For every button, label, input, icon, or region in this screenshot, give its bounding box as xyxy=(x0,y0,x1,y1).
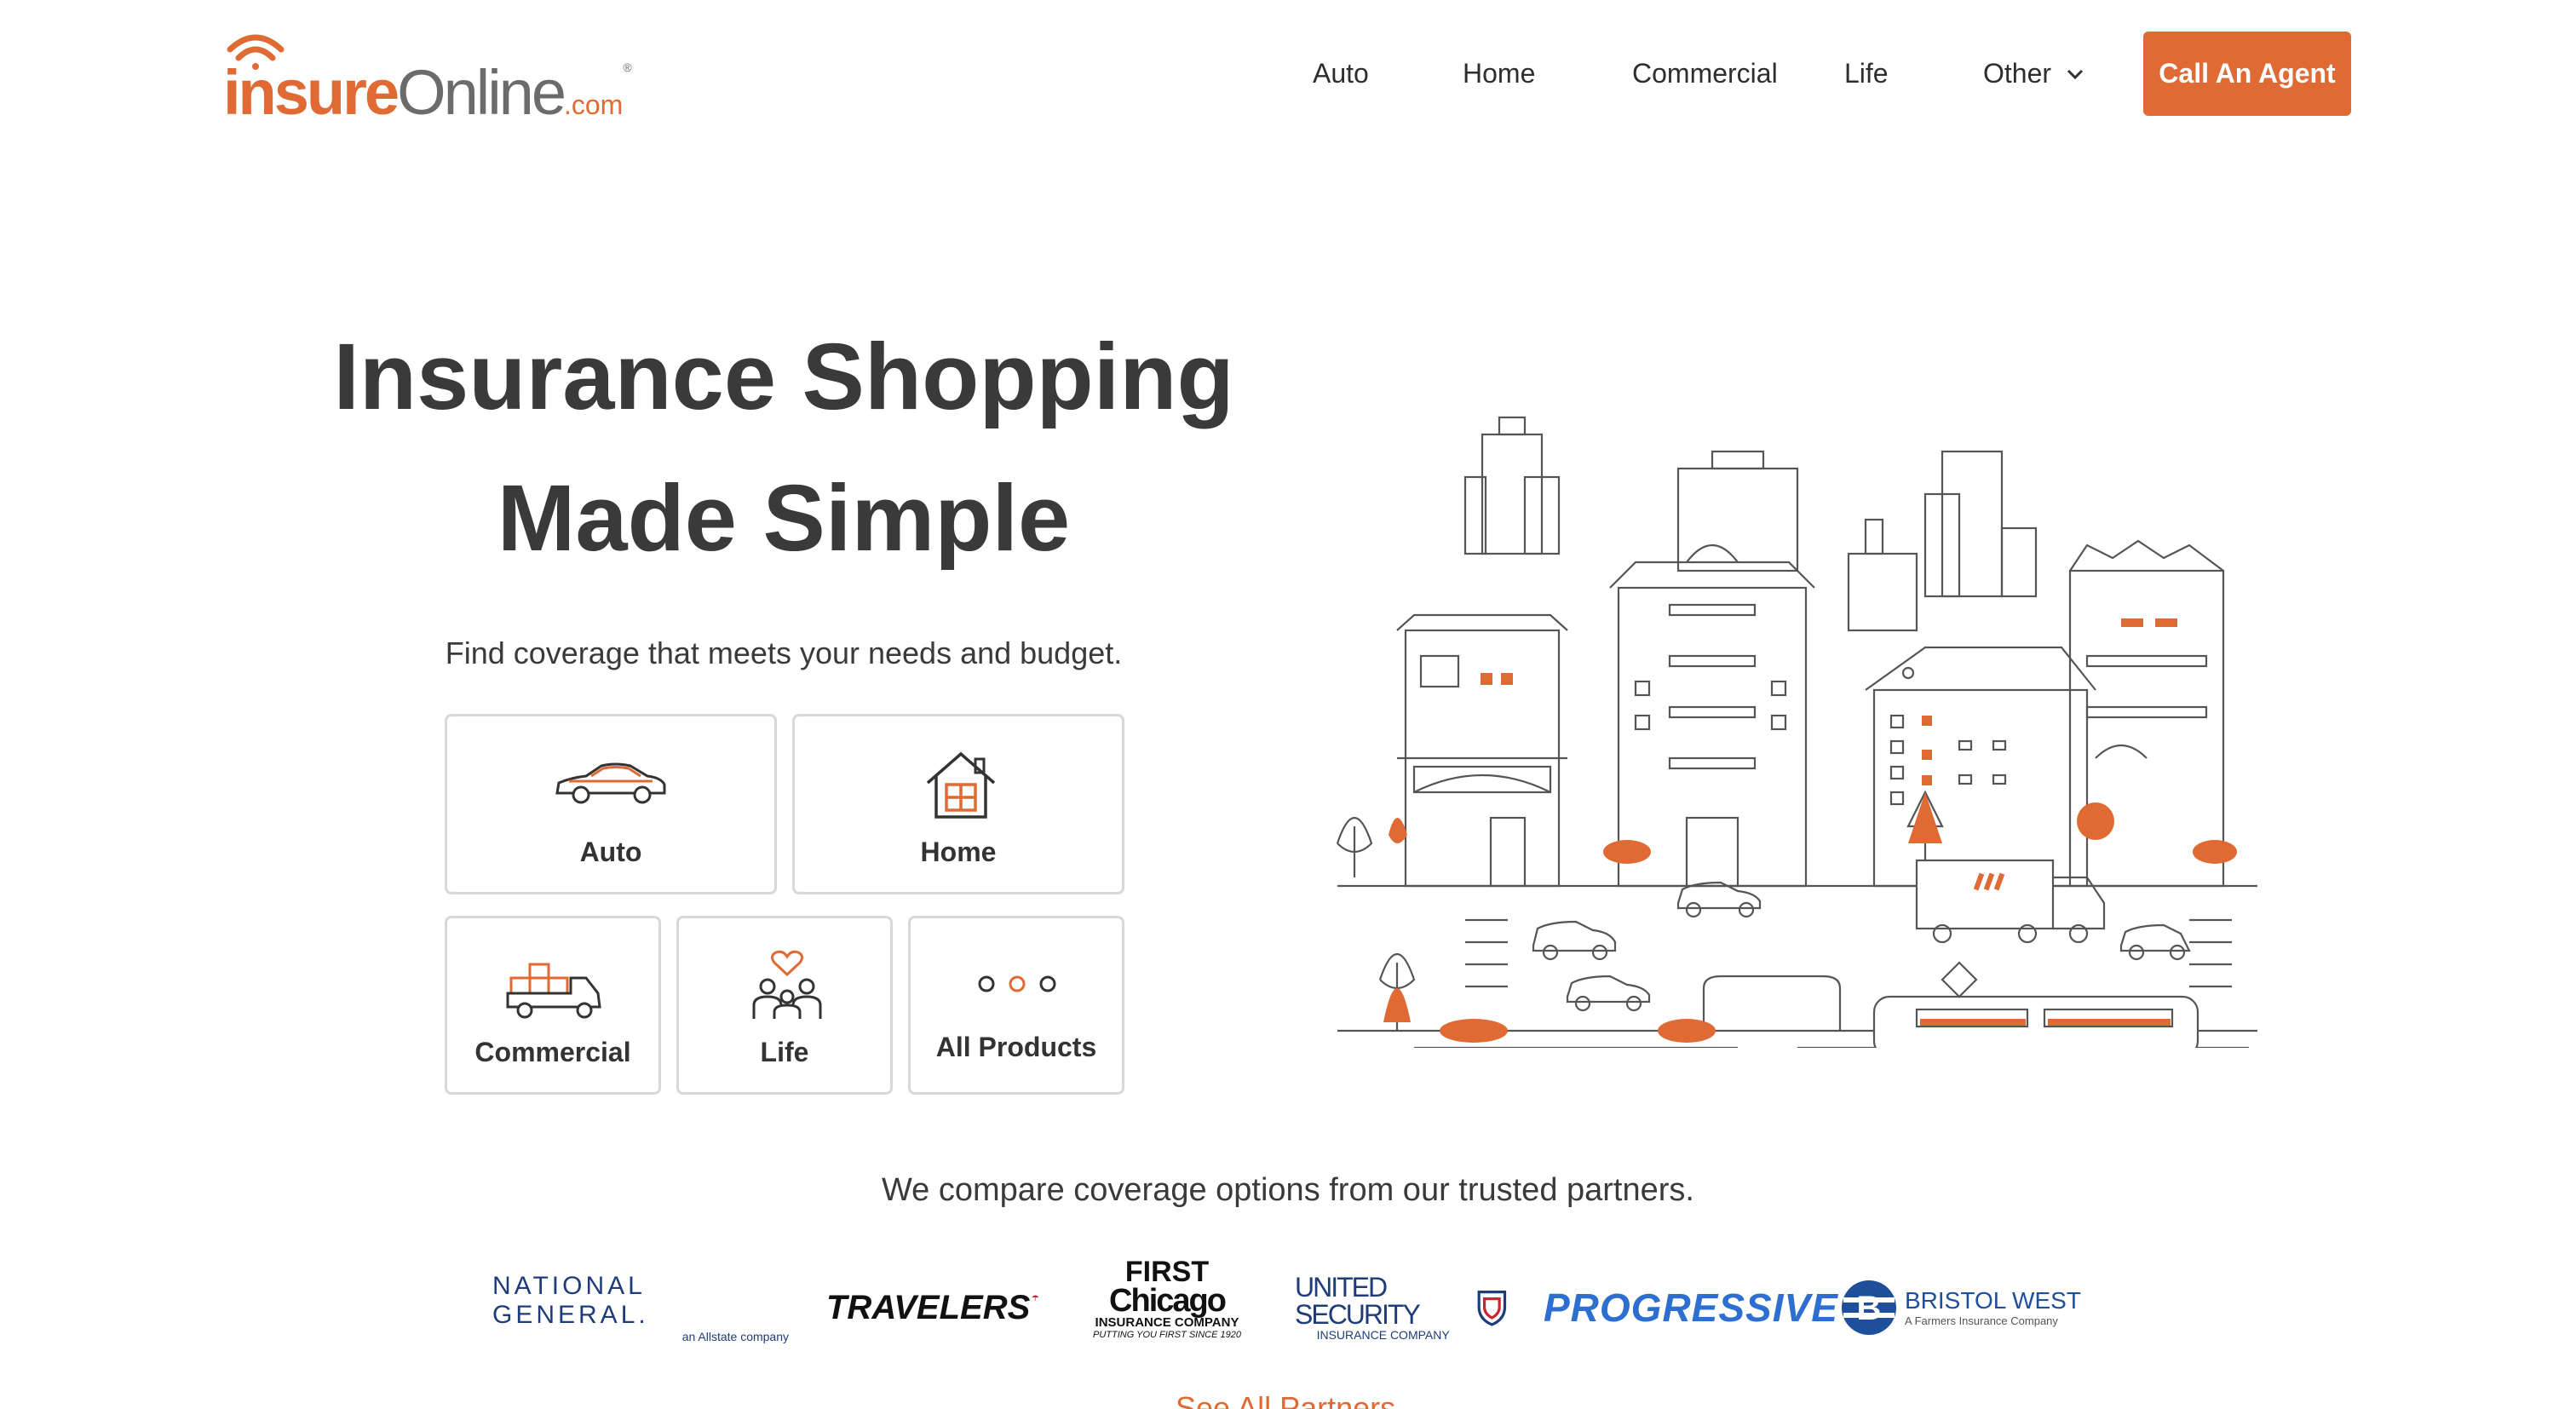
nav-commercial-link[interactable]: Commercial xyxy=(1632,58,1778,89)
partner-sub: PUTTING YOU FIRST SINCE 1920 xyxy=(1092,1330,1241,1341)
call-agent-button[interactable]: Call An Agent xyxy=(2143,32,2351,116)
partner-sub: INSURANCE COMPANY xyxy=(1316,1328,1450,1342)
partner-logo-national-general[interactable]: NATIONAL GENERAL. an Allstate company xyxy=(492,1269,792,1346)
product-card-all-products[interactable]: All Products xyxy=(908,916,1124,1095)
product-card-home[interactable]: Home xyxy=(792,714,1124,894)
car-icon xyxy=(555,762,666,804)
partner-logo-united-security[interactable]: UNITED SECURITY INSURANCE COMPANY xyxy=(1295,1269,1508,1346)
partner-name-top: FIRST xyxy=(1124,1256,1210,1288)
nav-life-link[interactable]: Life xyxy=(1844,58,1889,89)
partner-logo-bristol-west[interactable]: B BRISTOL WEST A Farmers Insurance Compa… xyxy=(1840,1269,2087,1346)
city-illustration xyxy=(1336,416,2257,1048)
product-card-commercial[interactable]: Commercial xyxy=(445,916,661,1095)
see-all-partners-link[interactable]: See All Partners xyxy=(1176,1390,1395,1409)
partner-name: BRISTOL WEST xyxy=(1905,1287,2081,1314)
logo-online-text: Online xyxy=(397,57,566,128)
partner-name-bottom: INSURANCE COMPANY xyxy=(1095,1315,1239,1331)
svg-text:B: B xyxy=(1857,1290,1882,1327)
partners-heading: We compare coverage options from our tru… xyxy=(882,1172,1694,1208)
nav-other-label: Other xyxy=(1983,58,2052,89)
partner-logo-first-chicago[interactable]: FIRST Chicago INSURANCE COMPANY PUTTING … xyxy=(1073,1257,1261,1360)
product-card-label: Commercial xyxy=(474,1037,631,1067)
partner-name: PROGRESSIVE xyxy=(1544,1285,1838,1330)
nav-home-link[interactable]: Home xyxy=(1463,58,1535,89)
logo-wordmark: insureOnline.com® xyxy=(223,60,632,124)
partner-name-mid: Chicago xyxy=(1109,1283,1227,1319)
product-card-label: All Products xyxy=(935,1032,1097,1062)
product-card-label: Auto xyxy=(579,837,642,867)
umbrella-icon xyxy=(1032,1295,1039,1301)
family-heart-icon xyxy=(752,950,822,1019)
nav-other-dropdown[interactable]: Other xyxy=(1983,58,2084,89)
house-icon xyxy=(926,751,996,819)
hero-title: Insurance Shopping Made Simple xyxy=(324,307,1244,589)
logo-reg-mark: ® xyxy=(623,60,631,74)
chevron-down-icon xyxy=(2067,69,2084,79)
logo-com-text: .com xyxy=(563,89,624,120)
nav-auto-link[interactable]: Auto xyxy=(1313,58,1369,89)
product-card-auto[interactable]: Auto xyxy=(445,714,777,894)
hero-subtitle: Find coverage that meets your needs and … xyxy=(445,635,1123,670)
partner-name: NATIONAL GENERAL. xyxy=(492,1272,649,1329)
bristol-west-emblem-icon: B xyxy=(1842,1280,1896,1335)
partner-logo-travelers[interactable]: TRAVELERS xyxy=(826,1269,1039,1346)
partner-logo-progressive[interactable]: PROGRESSIVE xyxy=(1544,1269,1837,1346)
shield-icon xyxy=(1477,1291,1507,1326)
product-card-life[interactable]: Life xyxy=(676,916,893,1095)
truck-icon xyxy=(506,963,601,1019)
partner-name: TRAVELERS xyxy=(826,1288,1031,1326)
partner-name: UNITED SECURITY xyxy=(1295,1272,1421,1330)
product-card-label: Home xyxy=(920,837,997,867)
partner-sub: an Allstate company xyxy=(681,1330,789,1343)
site-logo[interactable]: insureOnline.com® xyxy=(223,31,632,124)
wifi-signal-icon xyxy=(227,34,285,70)
hero-title-line1: Insurance Shopping xyxy=(333,325,1234,429)
product-card-label: Life xyxy=(760,1037,809,1067)
dots-icon xyxy=(978,975,1056,992)
hero-title-line2: Made Simple xyxy=(497,466,1071,571)
partner-sub: A Farmers Insurance Company xyxy=(1905,1314,2058,1327)
